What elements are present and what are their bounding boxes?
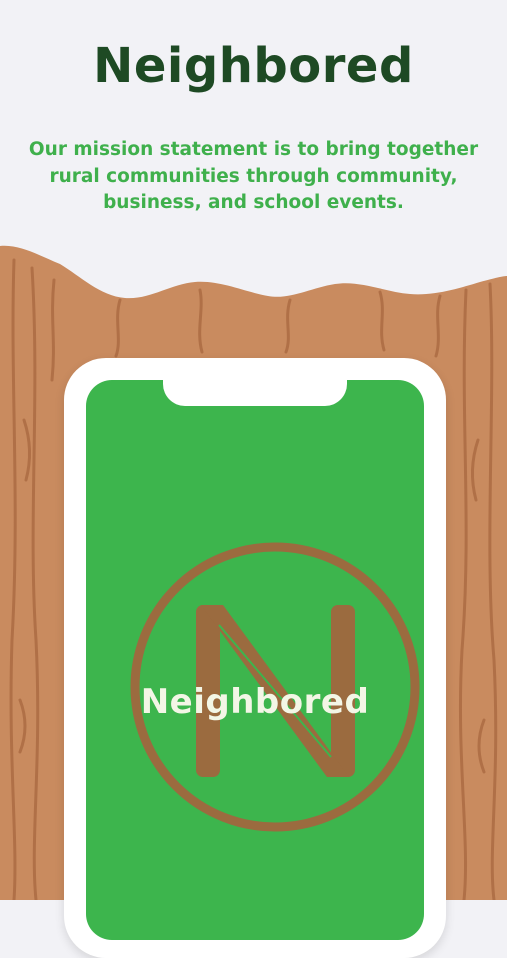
mission-statement: Our mission statement is to bring togeth… bbox=[28, 139, 479, 213]
phone-mockup: Neighbored bbox=[64, 358, 446, 958]
phone-screen: Neighbored bbox=[86, 380, 424, 940]
page-title: Neighbored bbox=[93, 38, 414, 94]
logo-wordmark: Neighbored bbox=[140, 682, 370, 722]
phone-notch bbox=[163, 380, 347, 406]
